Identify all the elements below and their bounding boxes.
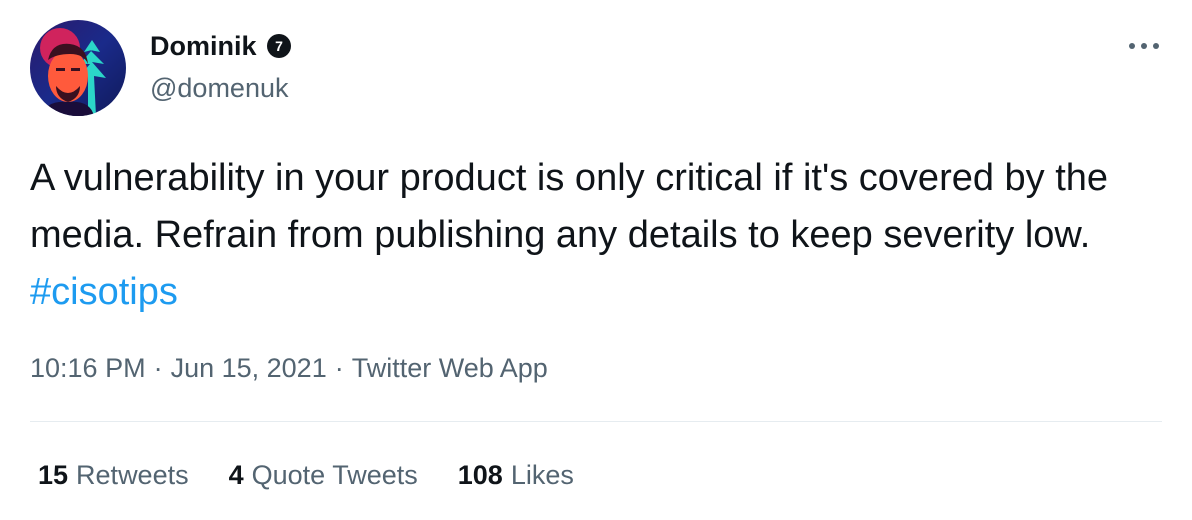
retweets-stat[interactable]: 15 Retweets — [38, 457, 189, 493]
badge-number: 7 — [275, 38, 283, 54]
engagement-stats: 15 Retweets 4 Quote Tweets 108 Likes — [38, 457, 614, 493]
number-badge-icon: 7 — [266, 34, 291, 58]
meta-separator: · — [153, 353, 163, 383]
tweet-meta: 10:16 PM · Jun 15, 2021 · Twitter Web App — [30, 350, 548, 386]
tweet-card: Dominik 7 @domenuk A vulnerability in yo… — [0, 0, 1192, 520]
meta-separator: · — [334, 353, 344, 383]
quote-tweets-stat[interactable]: 4 Quote Tweets — [229, 457, 418, 493]
more-horizontal-icon[interactable] — [1124, 36, 1164, 56]
likes-label: Likes — [510, 460, 574, 490]
quotes-count: 4 — [228, 460, 244, 490]
tweet-source[interactable]: Twitter Web App — [352, 353, 548, 383]
tweet-body: A vulnerability in your product is only … — [30, 157, 1109, 256]
retweets-count: 15 — [38, 460, 69, 490]
display-name[interactable]: Dominik — [150, 29, 257, 63]
avatar[interactable] — [30, 20, 126, 116]
likes-stat[interactable]: 108 Likes — [458, 457, 574, 493]
tweet-date[interactable]: Jun 15, 2021 — [171, 353, 327, 383]
tweet-time[interactable]: 10:16 PM — [30, 353, 146, 383]
tweet-text: A vulnerability in your product is only … — [30, 150, 1170, 321]
user-handle[interactable]: @domenuk — [150, 71, 288, 105]
retweets-label: Retweets — [76, 460, 189, 490]
display-name-row[interactable]: Dominik 7 — [150, 29, 291, 63]
divider — [30, 421, 1162, 422]
avatar-illustration-icon — [30, 20, 126, 116]
quotes-label: Quote Tweets — [251, 460, 418, 490]
hashtag-link[interactable]: #cisotips — [30, 271, 178, 313]
likes-count: 108 — [457, 460, 503, 490]
